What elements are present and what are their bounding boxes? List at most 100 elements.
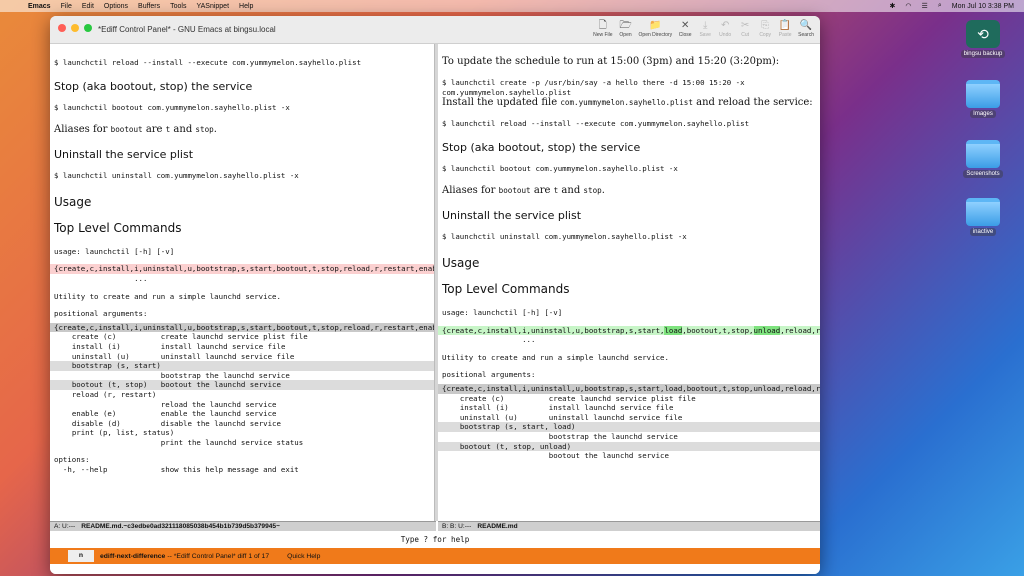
new-file-button[interactable]: 🗋 New File [593,19,612,38]
toolbar-label: Open Directory [638,32,673,38]
minibuffer[interactable]: Type ? for help [50,531,820,548]
code-line: ... [442,335,536,345]
undo-button[interactable]: ↶ Undo [718,19,732,38]
heading: Usage [54,194,92,209]
folder-icon [966,80,1000,108]
toolbar-label: Paste [778,32,792,38]
diff-word: unload [753,325,781,335]
time-machine-icon: ⟲ [966,20,1000,48]
control-center-icon[interactable]: ☰ [922,2,928,10]
code-line: Utility to create and run a simple launc… [442,352,669,362]
last-command: ediff-next-difference [100,552,166,560]
paste-button[interactable]: 📋 Paste [778,19,792,38]
menu-tools[interactable]: Tools [170,3,186,10]
code-line: $ launchctil reload --install --execute … [442,119,750,129]
menu-help[interactable]: Help [239,3,253,10]
desktop-icon-screenshots[interactable]: Screenshots [954,140,1012,178]
buffer-b-pane[interactable]: To update the schedule to run at 15:00 (… [438,44,820,521]
toolbar-label: Close [678,32,692,38]
folder-icon [966,140,1000,168]
diff-region[interactable]: bootout (t, stop) bootout the launchd se… [50,380,434,390]
toolbar-label: Undo [719,32,732,38]
wifi-icon[interactable]: ◠ [905,2,911,10]
close-window-button[interactable] [58,24,66,32]
menu-file[interactable]: File [61,3,72,10]
quick-help-link[interactable]: Quick Help [287,553,320,560]
menu-options[interactable]: Options [104,3,128,10]
cut-icon: ✂ [740,20,750,31]
ediff-control-panel[interactable]: n ediff-next-difference -- *Ediff Contro… [50,548,820,564]
toolbar-label: Search [798,32,814,38]
heading: Stop (aka bootout, stop) the service [54,79,253,93]
mode-line-a[interactable]: A: U:--- README.md.~c3edbe0ad32111808503… [50,521,436,531]
diff-word: load [664,325,683,335]
minimize-window-button[interactable] [71,24,79,32]
menu-yasnippet[interactable]: YASnippet [196,3,229,10]
window-title: *Ediff Control Panel* - GNU Emacs at bin… [98,25,276,34]
code-block: create (c) create launchd service plist … [71,332,308,361]
titlebar[interactable]: *Ediff Control Panel* - GNU Emacs at bin… [50,16,820,44]
open-directory-button[interactable]: 📁 Open Directory [639,19,673,38]
paragraph: To update the schedule to run at 15:00 (… [442,56,780,67]
code-line: $ launchctil bootout com.yummymelon.sayh… [54,102,290,112]
code-line: bootstrap the launchd service [442,431,678,441]
heading: Uninstall the service plist [442,209,582,223]
search-icon: 🔍 [799,20,813,31]
code-line: usage: launchctil [-h] [-v] [442,307,563,317]
code-line: bootstrap the launchd service [54,370,290,380]
code-line: $ launchctil uninstall com.yummymelon.sa… [54,171,299,181]
menu-app[interactable]: Emacs [28,3,51,10]
buffer-name-a: README.md.~c3edbe0ad321118085038b454b1b7… [81,523,280,530]
toolbar-label: Cut [741,32,750,38]
code-line: usage: launchctil [-h] [-v] [54,246,175,256]
diff-region[interactable]: {create,c,install,i,uninstall,u,bootstra… [50,322,434,333]
zoom-window-button[interactable] [84,24,92,32]
code-line: $ launchctil create -p /usr/bin/say -a h… [442,78,750,97]
code-line: -h, --help show this help message and ex… [54,465,299,475]
code-line: $ launchctil uninstall com.yummymelon.sa… [442,232,687,242]
close-button[interactable]: ✕ Close [678,19,692,38]
paragraph: Aliases for bootout are t and stop. [54,124,217,136]
cut-button[interactable]: ✂ Cut [738,19,752,38]
code-line: options: [54,455,90,465]
code-line: $ launchctil reload --install --execute … [54,58,362,67]
mode-line-b[interactable]: B: B: U:--- README.md [438,521,820,531]
buffer-name-b: README.md [477,523,518,530]
spotlight-icon[interactable]: ⌕ [938,2,942,10]
diff-region-current[interactable]: {create,c,install,i,uninstall,u,bootstra… [438,325,820,336]
toolbar: 🗋 New File 🗁 Open 📁 Open Directory ✕ Close ⤓ Save… [593,19,814,38]
menu-buffers[interactable]: Buffers [138,3,160,10]
bluetooth-icon[interactable]: ✱ [890,2,896,10]
copy-button[interactable]: ⎘ Copy [758,19,772,38]
diff-region[interactable]: bootstrap (s, start, load) [438,422,820,432]
open-button[interactable]: 🗁 Open [619,19,633,38]
heading: Stop (aka bootout, stop) the service [442,140,641,154]
desktop-icon-images[interactable]: Images [954,80,1012,118]
save-icon: ⤓ [702,20,708,31]
folder-icon [966,198,1000,226]
diff-status: -- *Ediff Control Panel* diff 1 of 17 [167,552,270,560]
diff-region-current[interactable]: {create,c,install,i,uninstall,u,bootstra… [50,264,434,274]
paragraph: Aliases for bootout are t and stop. [442,185,605,197]
heading: Top Level Commands [54,220,182,235]
toolbar-label: Save [699,32,711,38]
menubar-clock[interactable]: Mon Jul 10 3:38 PM [952,3,1014,10]
window-bottom [50,564,820,574]
diff-region[interactable]: bootout (t, stop, unload) [438,441,820,452]
code-block: create (c) create launchd service plist … [459,393,696,422]
save-button[interactable]: ⤓ Save [698,19,712,38]
diff-region[interactable]: bootstrap (s, start) [50,361,434,371]
search-button[interactable]: 🔍 Search [798,19,814,38]
desktop-icon-inactive[interactable]: inactive [954,198,1012,236]
folder-icon: 📁 [649,20,662,31]
diff-region[interactable]: {create,c,install,i,uninstall,u,bootstra… [438,383,820,394]
close-icon: ✕ [680,20,690,31]
desktop-icon-bingsu-backup[interactable]: ⟲ bingsu backup [954,20,1012,58]
code-line: ... [54,273,148,283]
code-line: Utility to create and run a simple launc… [54,291,281,301]
toolbar-label: Open [619,32,632,38]
menu-edit[interactable]: Edit [82,3,94,10]
toolbar-label: Copy [759,32,771,38]
undo-icon: ↶ [720,20,730,31]
buffer-a-pane[interactable]: $ launchctil reload --install --execute … [50,44,434,521]
